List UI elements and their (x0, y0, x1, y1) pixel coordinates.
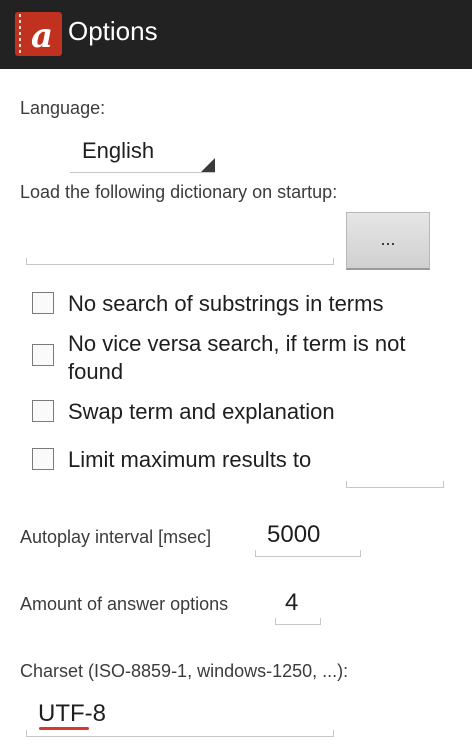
answer-options-label: Amount of answer options (20, 594, 229, 614)
language-label: Language: (20, 98, 106, 118)
option-label: Limit maximum results to (68, 447, 312, 472)
option-label: Swap term and explanation (68, 399, 335, 424)
dictionary-label: Load the following dictionary on startup… (20, 182, 338, 202)
answer-options-value: 4 (285, 589, 299, 616)
autoplay-label: Autoplay interval [msec] (20, 527, 212, 547)
charset-value: UTF-8 (38, 700, 106, 727)
answer-options-input[interactable]: 4 (275, 586, 321, 625)
checkbox[interactable] (32, 344, 54, 366)
checkbox[interactable] (32, 400, 54, 422)
autoplay-interval-value: 5000 (267, 521, 321, 548)
option-label: No vice versa search, if term is not fou… (68, 331, 406, 384)
max-results-input[interactable] (346, 452, 444, 488)
page-title: Options (68, 16, 158, 46)
charset-input[interactable]: UTF-8 (26, 696, 334, 737)
svg-text:a: a (31, 16, 53, 56)
checkbox[interactable] (32, 448, 54, 470)
action-bar: a Options (0, 0, 472, 69)
browse-dictionary-button[interactable]: ... (346, 212, 430, 270)
checkbox[interactable] (32, 292, 54, 314)
language-dropdown[interactable]: English (70, 132, 215, 173)
dropdown-arrow-icon (201, 158, 215, 172)
language-selected: English (82, 138, 155, 163)
spellcheck-underline (39, 727, 89, 730)
app-logo-icon[interactable]: a (14, 11, 63, 57)
option-label: No search of substrings in terms (68, 291, 384, 316)
charset-label: Charset (ISO-8859-1, windows-1250, ...): (20, 661, 349, 681)
autoplay-interval-input[interactable]: 5000 (255, 518, 361, 557)
dictionary-path-input[interactable] (26, 226, 334, 265)
